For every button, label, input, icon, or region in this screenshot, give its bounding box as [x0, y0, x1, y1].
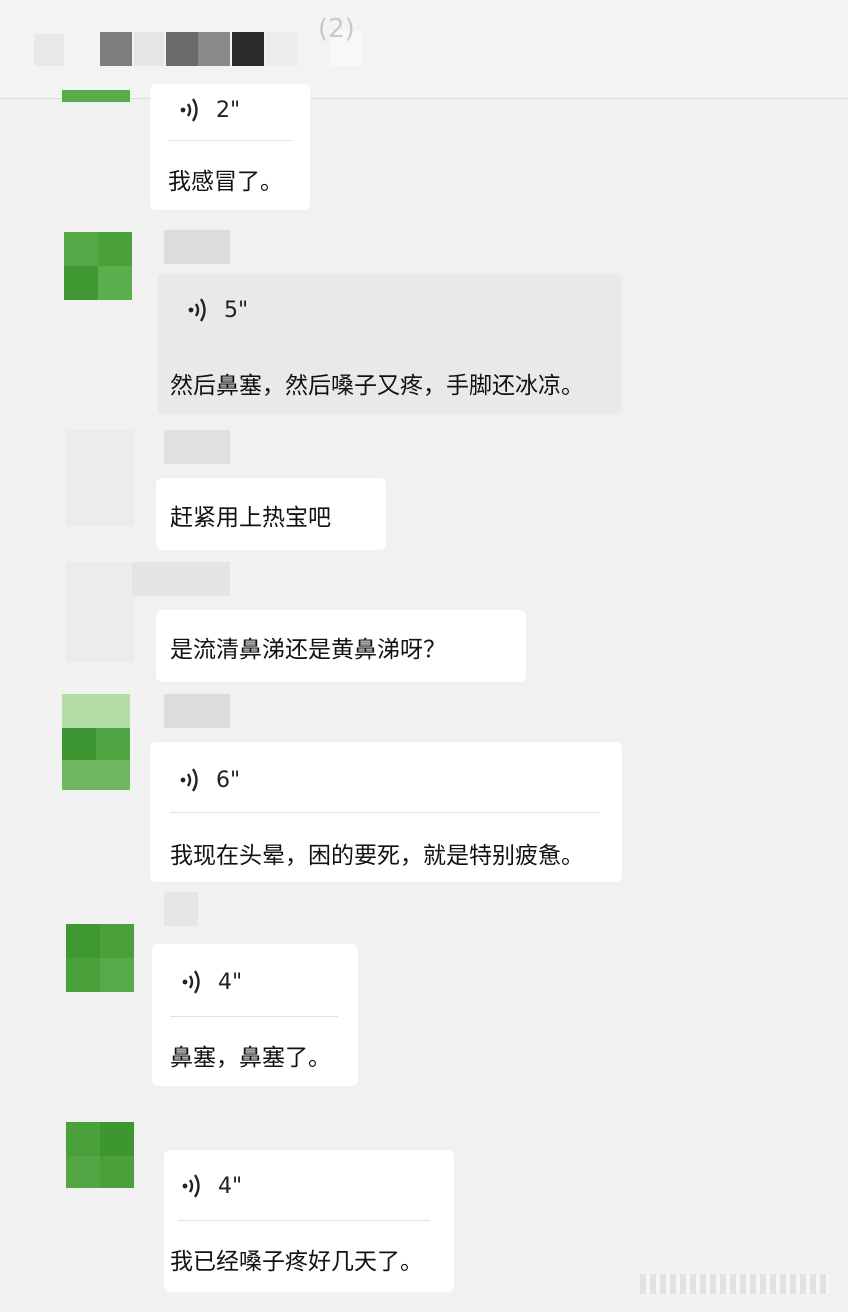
header-blur-4 — [166, 32, 198, 66]
header-blur-1 — [34, 34, 64, 66]
voice-message-bubble[interactable]: 5" 然后鼻塞，然后嗓子又疼，手脚还冰凉。 — [158, 274, 622, 414]
voice-wave-icon — [188, 298, 206, 322]
transcript-text: 我已经嗓子疼好几天了。 — [170, 1249, 423, 1275]
sender-name-blur — [164, 230, 230, 264]
text-message-bubble[interactable]: 赶紧用上热宝吧 — [156, 478, 386, 550]
transcript-text: 我现在头晕，困的要死，就是特别疲惫。 — [170, 843, 584, 869]
voice-duration: 4" — [218, 969, 243, 995]
voice-row: 6" — [178, 766, 240, 794]
voice-duration: 5" — [224, 297, 249, 323]
voice-message-bubble[interactable]: 4" 鼻塞，鼻塞了。 — [152, 944, 358, 1086]
voice-message-bubble[interactable]: 2" 我感冒了。 — [150, 84, 310, 210]
sender-name-blur — [164, 892, 198, 926]
message-text: 赶紧用上热宝吧 — [170, 505, 331, 531]
avatar[interactable] — [64, 232, 132, 300]
sender-name-blur — [132, 562, 230, 596]
voice-row: 4" — [180, 968, 242, 996]
transcript-text: 鼻塞，鼻塞了。 — [170, 1045, 331, 1071]
header-blur-5 — [198, 32, 230, 66]
transcript-text: 然后鼻塞，然后嗓子又疼，手脚还冰凉。 — [170, 373, 584, 399]
message-text: 是流清鼻涕还是黄鼻涕呀？ — [170, 637, 446, 663]
header-blur-7 — [266, 32, 298, 66]
avatar[interactable] — [66, 1122, 134, 1188]
avatar[interactable] — [62, 694, 130, 790]
header-blur-2 — [100, 32, 132, 66]
transcript-text: 我感冒了。 — [168, 169, 283, 195]
divider — [168, 140, 292, 141]
avatar[interactable] — [66, 924, 134, 992]
voice-wave-icon — [182, 970, 200, 994]
divider — [178, 1220, 430, 1221]
sender-name-blur — [164, 694, 230, 728]
divider — [170, 1016, 338, 1017]
voice-duration: 2" — [216, 97, 241, 123]
sender-name-blur — [164, 430, 230, 464]
voice-duration: 6" — [216, 767, 241, 793]
avatar[interactable] — [62, 90, 130, 102]
voice-duration: 4" — [218, 1173, 243, 1199]
voice-message-bubble[interactable]: 4" 我已经嗓子疼好几天了。 — [164, 1150, 454, 1292]
avatar-blurred[interactable] — [66, 562, 134, 662]
voice-row: 4" — [180, 1172, 242, 1200]
header-blur-3 — [134, 32, 164, 66]
avatar-blurred[interactable] — [66, 430, 134, 526]
chat-header: (2) — [0, 0, 848, 99]
chat-title-fragment: (2) — [318, 14, 355, 44]
voice-message-bubble[interactable]: 6" 我现在头晕，困的要死，就是特别疲惫。 — [150, 742, 622, 882]
divider — [170, 812, 600, 813]
voice-row: 2" — [178, 96, 240, 124]
header-blur-6 — [232, 32, 264, 66]
voice-wave-icon — [182, 1174, 200, 1198]
voice-wave-icon — [180, 768, 198, 792]
voice-row: 5" — [186, 296, 248, 324]
text-message-bubble[interactable]: 是流清鼻涕还是黄鼻涕呀？ — [156, 610, 526, 682]
watermark-artifact — [640, 1274, 830, 1294]
voice-wave-icon — [180, 98, 198, 122]
